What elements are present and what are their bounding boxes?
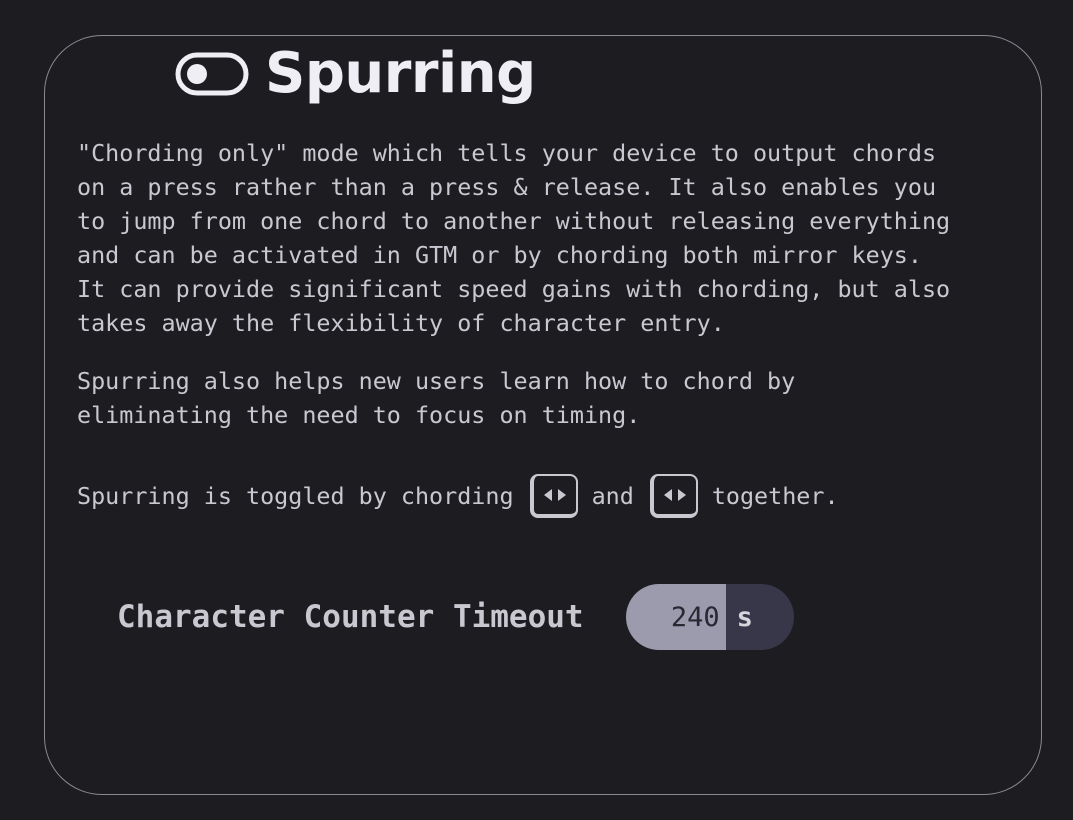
- timeout-field: s: [625, 584, 794, 650]
- character-counter-timeout-setting: Character Counter Timeout s: [117, 584, 794, 650]
- description-paragraph-1: "Chording only" mode which tells your de…: [77, 139, 951, 337]
- toggle-prefix-text: Spurring is toggled by chording: [77, 482, 514, 510]
- toggle-suffix-text: together.: [711, 482, 839, 510]
- mirror-key-right-button[interactable]: [649, 474, 698, 518]
- toggle-instructions: Spurring is toggled by chording and toge…: [77, 472, 1027, 520]
- section-content: "Chording only" mode which tells your de…: [77, 136, 1027, 520]
- setting-label: Character Counter Timeout: [117, 599, 584, 635]
- section-title: Spurring: [265, 41, 536, 106]
- description-paragraph-2: Spurring also helps new users learn how …: [77, 367, 796, 429]
- toggle-icon: [175, 52, 249, 96]
- toggle-middle-text: and: [591, 482, 634, 510]
- timeout-input[interactable]: [625, 584, 726, 650]
- timeout-unit: s: [725, 584, 794, 650]
- mirror-key-icon: [663, 489, 686, 501]
- mirror-key-icon: [543, 489, 566, 501]
- mirror-key-left-button[interactable]: [529, 474, 578, 518]
- section-legend: Spurring: [147, 36, 562, 112]
